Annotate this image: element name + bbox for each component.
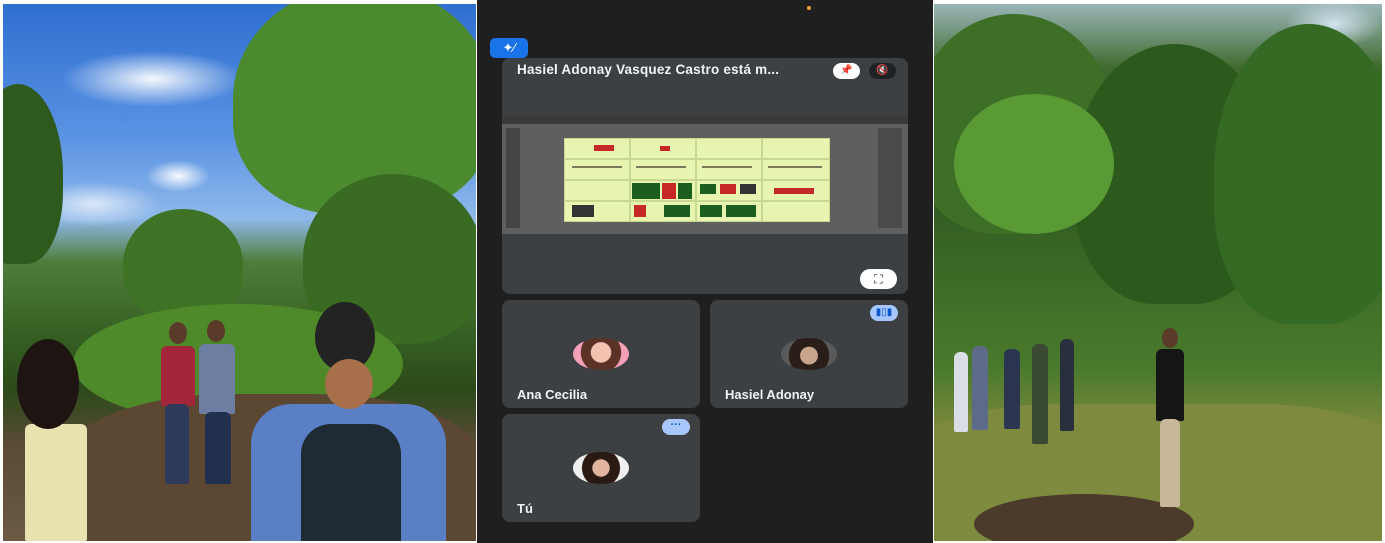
presenter-title: Hasiel Adonay Vasquez Castro está m... — [517, 62, 780, 77]
left-outdoor-photo — [3, 4, 476, 541]
slide-block — [740, 184, 756, 194]
person-red-shirt — [161, 346, 195, 406]
slide-text-line — [702, 166, 752, 168]
person-red-shirt-legs — [165, 404, 189, 484]
student-head — [17, 339, 79, 429]
slide-text-line — [636, 166, 686, 168]
slide-cell — [762, 159, 830, 180]
person-plaid-shirt — [199, 344, 235, 414]
editor-side-panel — [878, 128, 902, 228]
student-neck — [325, 359, 373, 409]
slide-cell — [630, 159, 696, 180]
person-plaid-legs — [205, 412, 231, 484]
student-black-shirt — [1156, 349, 1184, 421]
participant-avatar — [573, 338, 629, 370]
slide-image — [664, 205, 690, 217]
participant-tile[interactable]: ··· Tú — [502, 414, 700, 522]
slide-block — [678, 183, 692, 199]
slide-text-line — [572, 166, 622, 168]
slide-logo — [594, 145, 614, 151]
presentation-artboard — [564, 138, 830, 222]
editor-toolbar — [506, 128, 520, 228]
participant-tile[interactable]: ▮▯▮ Hasiel Adonay — [710, 300, 908, 408]
sparkle-wand-icon[interactable]: ✦∕ — [490, 38, 528, 58]
mic-off-icon[interactable]: 🔇 — [869, 63, 896, 79]
slide-block — [700, 184, 716, 194]
more-options-icon[interactable]: ··· — [662, 419, 690, 435]
slide-text-line — [768, 166, 822, 168]
speaking-bars-icon: ▮▯▮ — [870, 305, 898, 321]
group-person — [972, 346, 988, 430]
tree-canopy — [1214, 24, 1382, 324]
editor-menu-bar — [502, 116, 908, 124]
pin-icon[interactable]: 📌 — [833, 63, 860, 79]
slide-block — [720, 184, 736, 194]
tree-canopy — [3, 84, 63, 264]
participant-avatar — [573, 452, 629, 484]
participant-name: Hasiel Adonay — [725, 387, 815, 402]
slide-block — [632, 183, 660, 199]
slide-image — [572, 205, 594, 217]
slide-cell — [762, 201, 830, 222]
group-person — [1032, 344, 1048, 444]
banana-leaves — [954, 94, 1114, 234]
fullscreen-icon[interactable]: ⛶ — [860, 269, 897, 289]
person-head — [207, 320, 225, 342]
presentation-tile[interactable]: Hasiel Adonay Vasquez Castro está m... 📌… — [502, 58, 908, 294]
student-yellow-shirt — [25, 424, 87, 541]
slide-cell — [696, 159, 762, 180]
participant-tile[interactable]: Ana Cecilia — [502, 300, 700, 408]
backpack — [301, 424, 401, 541]
slide-image — [726, 205, 756, 217]
participant-name: Tú — [517, 501, 533, 516]
slide-cell — [762, 138, 830, 159]
participant-avatar — [781, 338, 837, 370]
slide-image — [700, 205, 722, 217]
slide-cell — [696, 138, 762, 159]
tree-canopy — [123, 209, 243, 319]
video-meeting-window: ✦∕ Hasiel Adonay Vasquez Castro está m..… — [477, 0, 933, 543]
slide-block — [662, 183, 676, 199]
slide-cell — [564, 159, 630, 180]
person-head — [169, 322, 187, 344]
group-person — [1004, 349, 1020, 429]
student-khaki-pants — [1160, 419, 1180, 507]
slide-image — [774, 188, 814, 194]
group-person — [954, 352, 968, 432]
participant-name: Ana Cecilia — [517, 387, 588, 402]
slide-logo — [660, 146, 670, 151]
slide-cell — [564, 180, 630, 201]
camera-indicator — [807, 6, 811, 10]
slide-image — [634, 205, 646, 217]
shared-screen — [502, 116, 908, 234]
student-head — [1162, 328, 1178, 348]
group-person — [1060, 339, 1074, 431]
right-outdoor-photo — [934, 4, 1382, 541]
